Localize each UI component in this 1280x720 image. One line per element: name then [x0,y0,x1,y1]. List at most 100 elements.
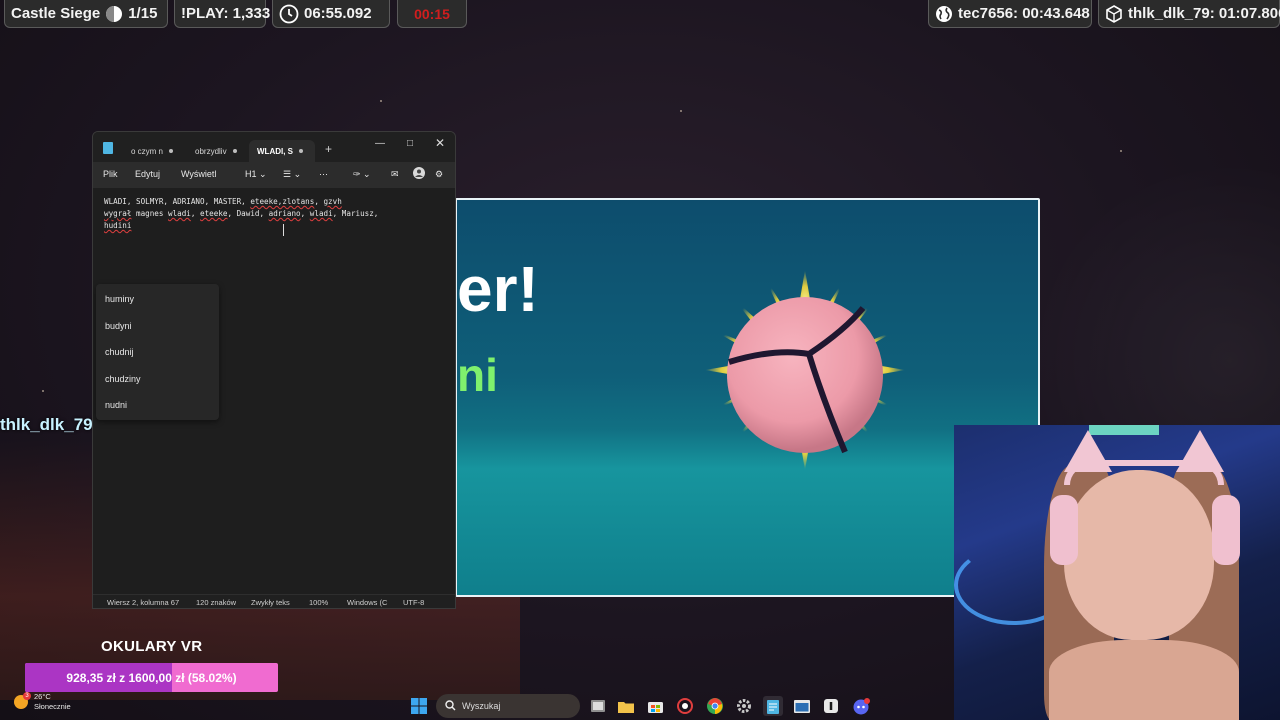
notepad-editor[interactable]: WLADI, SOLMYR, ADRIANO, MASTER, eteeke,z… [93,188,455,594]
task-view-icon[interactable] [588,696,608,716]
store-icon[interactable] [645,696,665,716]
goal-title: OKULARY VR [101,638,203,655]
notepad-titlebar: o czym n obrzydliv WLADI, S + — □ ✕ [93,132,455,162]
text-run-misspelled: wygrał [104,209,132,218]
weather-widget[interactable]: 3 26°C Słonecznie [14,692,71,712]
streamer-face [1064,470,1214,640]
timer-pill: 06:55.092 [272,0,390,28]
play-pill: !PLAY: 1,333 [174,0,270,28]
notepad-statusbar: Wiersz 2, kolumna 67 120 znaków Zwykły t… [93,594,455,608]
maximize-icon[interactable]: □ [402,135,418,151]
play-counter: !PLAY: 1,333 [181,5,271,22]
sun-icon: 3 [14,692,31,709]
window-app-icon[interactable] [792,696,812,716]
notepad-text: WLADI, SOLMYR, ADRIANO, MASTER, eteeke,z… [104,196,444,232]
suggestion-item[interactable]: budyni [105,321,132,331]
text-run: , Dawid, [227,209,269,218]
list-format-icon[interactable]: ☰ ⌄ [283,169,301,180]
side-player-name: thlk_dlk_79 [0,415,92,434]
text-run-misspelled: wladi [168,209,191,218]
text-run: , [190,209,201,218]
cat-ear-left [1064,430,1112,472]
suggestion-item[interactable]: nudni [105,400,127,410]
taskbar-search[interactable]: Wyszukaj [436,694,580,718]
notepad-taskbar-icon[interactable] [763,696,783,716]
tab-1[interactable]: o czym n [123,140,181,162]
text-run-misspelled: eteeke [200,209,228,218]
game-mode-label: Castle Siege [11,5,101,22]
discord-icon[interactable] [851,696,871,716]
status-zoom[interactable]: 100% [309,598,328,607]
suggestion-item[interactable]: chudnij [105,347,134,357]
unsaved-dot-icon [232,149,237,153]
search-icon [445,699,456,713]
clock-icon [279,4,299,24]
menu-edit[interactable]: Edytuj [135,169,160,179]
more-options-icon[interactable]: ⋯ [319,169,328,180]
goal-target: 1600,00 zł [128,670,185,685]
file-explorer-icon[interactable] [616,696,636,716]
tab-2-label: obrzydliv [195,146,227,156]
megaphone-icon[interactable]: ✉ [391,169,399,180]
headset-cup-right [1212,495,1240,565]
game-mode-pill: Castle Siege 1/15 [4,0,168,28]
unsaved-dot-icon [169,149,174,153]
game-headline: er! [457,253,539,325]
chrome-icon[interactable] [705,696,725,716]
notepad-app-icon [103,142,113,154]
suggestion-item[interactable]: huminy [105,294,134,304]
text-run-misspelled: adriano [268,209,301,218]
countdown-timer: 00:15 [414,5,450,22]
goal-percent: (58.02%) [187,670,237,685]
menu-file[interactable]: Plik [103,169,118,179]
goal-current: 928,35 zł [66,670,116,685]
close-icon[interactable]: ✕ [432,135,448,151]
windows-start-icon[interactable] [409,696,429,716]
text-run-misspelled: gzvh [323,197,342,206]
account-avatar-icon[interactable] [413,167,425,181]
tab-3-active[interactable]: WLADI, S [249,140,315,162]
tab-2[interactable]: obrzydliv [187,140,245,162]
obs-icon[interactable] [821,696,841,716]
unsaved-dot-icon [299,149,303,153]
windows-taskbar: 3 26°C Słonecznie Wyszukaj [0,692,1280,720]
goal-progress-bar: 928,35 zł z 1600,00 zł (58.02%) [25,663,278,692]
spark [680,110,682,112]
status-text-mode[interactable]: Zwykły teks [251,598,290,607]
notepad-window: o czym n obrzydliv WLADI, S + — □ ✕ Plik… [92,131,456,609]
weather-badge: 3 [23,692,31,700]
new-tab-plus-icon[interactable]: + [325,142,332,156]
suggestion-item[interactable]: chudziny [105,374,141,384]
globe-icon [935,5,953,23]
text-run-misspelled: eteeke,zlotans [250,197,315,206]
weather-desc: Słonecznie [34,702,71,711]
text-run-misspelled: wladi [309,209,333,218]
goal-progress-text: 928,35 zł z 1600,00 zł (58.02%) [25,663,278,692]
settings-gear-icon[interactable]: ⚙ [435,169,443,180]
game-panel: er! ni [455,198,1040,597]
text-run: magnes [131,209,169,218]
heading-dropdown[interactable]: H1 ⌄ [245,169,267,180]
search-placeholder: Wyszukaj [462,701,501,711]
minimize-icon[interactable]: — [372,135,388,151]
headset-cup-left [1050,495,1078,565]
pen-format-icon[interactable]: ✑ ⌄ [353,169,371,180]
menu-view[interactable]: Wyświetl [181,169,216,179]
status-encoding[interactable]: UTF-8 [403,598,424,607]
ball-image [705,270,905,470]
text-run: WLADI, SOLMYR, ADRIANO, MASTER, [104,197,251,206]
goal-separator: z [119,670,126,685]
red-timer-pill: 00:15 [397,0,467,28]
status-line-ending[interactable]: Windows (C [347,598,387,607]
settings-gear-icon[interactable] [734,696,754,716]
heading-label: H1 [245,169,257,179]
app-icon-red[interactable] [675,696,695,716]
tab-3-label: WLADI, S [257,146,293,156]
leader-1-time: tec7656: 00:43.648 [958,5,1090,22]
spelling-suggestions-menu: huminy budyni chudnij chudziny nudni [96,284,219,420]
leader-2-time: thlk_dlk_79: 01:07.806 [1128,5,1280,22]
tab-1-label: o czym n [131,146,164,156]
weather-temp: 26°C [34,692,51,701]
ibeam-cursor-icon [283,224,289,236]
text-run: , Mariusz, [332,209,379,218]
